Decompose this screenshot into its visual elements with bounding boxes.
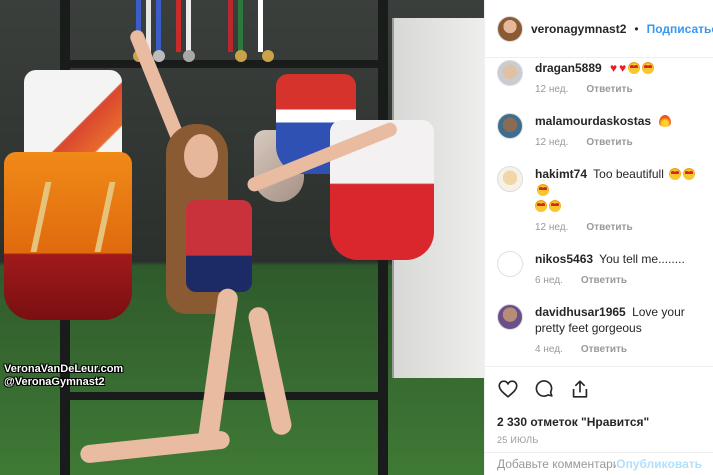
reply-button[interactable]: Ответить: [581, 275, 627, 286]
commenter-username[interactable]: hakimt74: [535, 167, 587, 181]
comment-body: Too beautifull: [593, 167, 664, 181]
post-photo[interactable]: VeronaVanDeLeur.com @VeronaGymnast2: [0, 0, 484, 475]
commenter-username[interactable]: davidhusar1965: [535, 305, 626, 319]
comment-body: You tell me........: [599, 252, 685, 266]
red-heart-emoji: ♥: [619, 61, 627, 75]
comment-text: nikos5463 You tell me........: [535, 251, 702, 267]
author-avatar[interactable]: [497, 15, 523, 42]
commenter-avatar[interactable]: [497, 166, 523, 192]
post-actions: 2 330 отметок "Нравится" 25 ИЮЛЬ: [485, 366, 713, 445]
reply-button[interactable]: Ответить: [586, 84, 632, 95]
comment-meta: 6 нед. Ответить: [535, 275, 702, 286]
watermark-handle: @VeronaGymnast2: [4, 376, 105, 388]
share-icon[interactable]: [569, 378, 591, 400]
reply-button[interactable]: Ответить: [586, 222, 632, 233]
watermark-url: VeronaVanDeLeur.com: [4, 363, 124, 375]
comment-time: 6 нед.: [535, 275, 563, 286]
post-header: veronagymnast2 • Подписаться: [485, 0, 713, 58]
comment-text: dragan5889 ♥ ♥: [535, 60, 702, 76]
medal-ribbon: [238, 0, 243, 52]
comment-input[interactable]: [497, 457, 617, 471]
comment-text: malamourdaskostas: [535, 113, 702, 129]
medal-ribbon: [176, 0, 181, 52]
comment-meta: 12 нед. Ответить: [535, 84, 702, 95]
comment-time: 4 нед.: [535, 344, 563, 355]
comment-meta: 12 нед. Ответить: [535, 222, 702, 233]
medal-ribbon: [186, 0, 191, 52]
heart-eyes-emoji: [642, 62, 655, 74]
post-sidebar: veronagymnast2 • Подписаться dragan5889 …: [484, 0, 713, 475]
commenter-avatar[interactable]: [497, 113, 523, 139]
comment-icon[interactable]: [533, 378, 555, 400]
heart-eyes-emoji: [549, 200, 561, 212]
comment-text: hakimt74 Too beautifull: [535, 166, 702, 214]
comment-text: davidhusar1965 Love your pretty feet gor…: [535, 304, 702, 336]
reply-button[interactable]: Ответить: [581, 344, 627, 355]
fire-emoji: [659, 115, 672, 127]
medal: [235, 50, 247, 62]
heart-eyes-emoji: [535, 200, 547, 212]
commenter-username[interactable]: malamourdaskostas: [535, 114, 651, 128]
commenter-avatar[interactable]: [497, 251, 523, 277]
heart-eyes-emoji: [628, 62, 641, 74]
reply-button[interactable]: Ответить: [586, 137, 632, 148]
medal: [183, 50, 195, 62]
comment-time: 12 нед.: [535, 84, 569, 95]
likes-count[interactable]: 2 330 отметок "Нравится": [497, 415, 702, 429]
comment-meta: 4 нед. Ответить: [535, 344, 702, 355]
comment-item: nikos5463 You tell me........ 6 нед. Отв…: [497, 251, 702, 286]
red-heart-emoji: ♥: [610, 61, 618, 75]
commenter-avatar[interactable]: [497, 60, 523, 86]
author-username[interactable]: veronagymnast2: [531, 22, 626, 36]
follow-button[interactable]: Подписаться: [647, 22, 713, 36]
commenter-avatar[interactable]: [497, 304, 523, 330]
comment-item: davidhusar1965 Love your pretty feet gor…: [497, 304, 702, 355]
medal-ribbon: [258, 0, 263, 52]
commenter-username[interactable]: nikos5463: [535, 252, 593, 266]
medal-ribbon: [156, 0, 161, 52]
medal: [262, 50, 274, 62]
heart-eyes-emoji: [683, 168, 696, 180]
heart-eyes-emoji: [669, 168, 682, 180]
heart-icon[interactable]: [497, 378, 519, 400]
action-icons: [497, 377, 702, 401]
comment-time: 12 нед.: [535, 222, 569, 233]
comment-item: dragan5889 ♥ ♥ 12 нед. Ответить: [497, 60, 702, 95]
medal: [153, 50, 165, 62]
leotard-orange: [4, 152, 132, 320]
comment-item: malamourdaskostas 12 нед. Ответить: [497, 113, 702, 148]
comment-item: hakimt74 Too beautifull 12 нед. Ответить: [497, 166, 702, 233]
publish-button[interactable]: Опубликовать: [616, 457, 702, 471]
medal-ribbon: [228, 0, 233, 52]
rack-bar: [60, 60, 388, 68]
comment-meta: 12 нед. Ответить: [535, 137, 702, 148]
commenter-username[interactable]: dragan5889: [535, 61, 602, 75]
comment-time: 12 нед.: [535, 137, 569, 148]
watermark: VeronaVanDeLeur.com @VeronaGymnast2: [4, 363, 123, 389]
gymnast-figure: [79, 28, 399, 464]
post-date: 25 ИЮЛЬ: [497, 435, 539, 445]
separator: •: [634, 21, 639, 36]
comment-list[interactable]: dragan5889 ♥ ♥ 12 нед. Ответить malamourd…: [485, 58, 713, 366]
heart-eyes-emoji: [537, 184, 549, 196]
add-comment-bar: Опубликовать: [485, 452, 713, 475]
